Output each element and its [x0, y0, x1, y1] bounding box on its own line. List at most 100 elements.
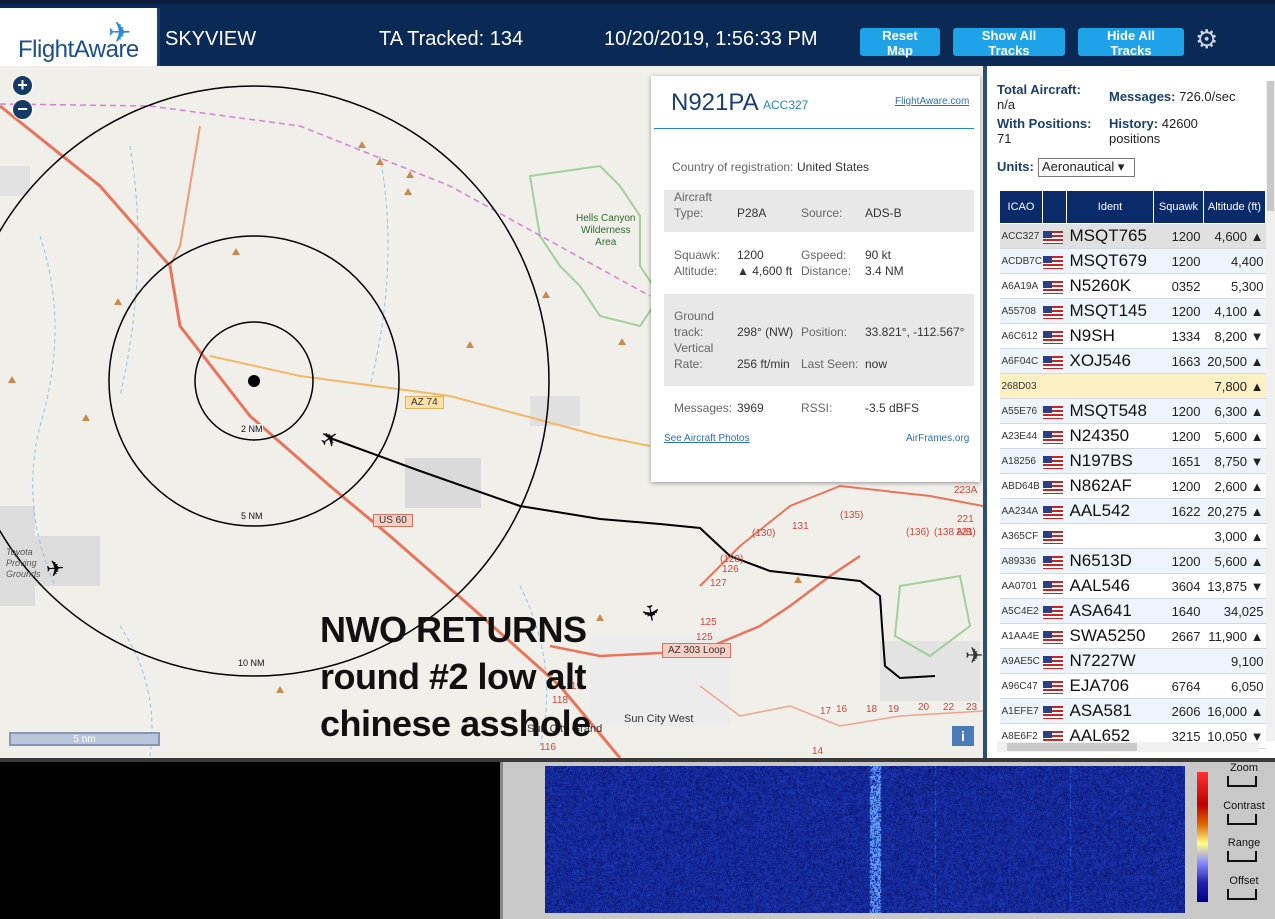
top-bar: ✈ FlightAware SKYVIEW TA Tracked: 134 10…	[0, 0, 1275, 70]
aircraft-photos-link[interactable]: See Aircraft Photos	[664, 433, 750, 444]
with-positions-stat: With Positions: 71	[997, 116, 1092, 146]
aircraft-label: Aircraft	[674, 190, 713, 204]
icao-cell: ABD64B	[999, 473, 1043, 499]
aircraft-type-row: Aircraft Type: P28A Source: ADS-B	[664, 190, 974, 232]
icao-cell: A365CF	[999, 523, 1043, 549]
table-row[interactable]: A9AE5C N7227W 9,100	[999, 648, 1266, 674]
col-ident[interactable]: Ident	[1066, 190, 1154, 224]
reset-map-button[interactable]: Reset Map	[860, 28, 940, 58]
boundary-line	[0, 103, 651, 297]
ident-cell: EJA706	[1066, 673, 1154, 699]
col-flag[interactable]	[1042, 190, 1067, 224]
table-row[interactable]: ABD64B N862AF 1200 2,600 ▲	[999, 473, 1266, 499]
flag-cell	[1042, 498, 1067, 524]
country-value: United States	[797, 160, 870, 174]
table-row[interactable]: A365CF 3,000 ▲	[999, 523, 1266, 549]
zoom-control[interactable]	[1227, 776, 1257, 787]
icao-cell: 268D03	[999, 373, 1043, 399]
ident-cell: N197BS	[1066, 448, 1154, 474]
units-select[interactable]: Aeronautical ▾	[1038, 158, 1135, 177]
svg-text:125: 125	[700, 617, 717, 628]
airframes-link[interactable]: AirFrames.org	[906, 433, 969, 444]
table-row[interactable]: A96C47 EJA706 6764 6,050	[999, 673, 1266, 699]
us-flag-icon	[1042, 355, 1063, 369]
svg-text:16: 16	[836, 704, 848, 715]
tracked-count: TA Tracked: 134	[379, 28, 524, 50]
table-row[interactable]: A23E44 N24350 1200 5,600 ▲	[999, 423, 1266, 449]
table-row[interactable]: A6A19A N5260K 0352 5,300	[999, 273, 1266, 299]
aircraft-icon: ✈	[45, 555, 66, 582]
svg-text:221: 221	[957, 514, 974, 525]
flightaware-logo[interactable]: ✈ FlightAware	[0, 8, 160, 70]
squawk-cell	[1153, 523, 1204, 549]
altitude-cell: 6,050	[1203, 673, 1266, 699]
svg-text:23: 23	[966, 702, 978, 713]
table-row[interactable]: 268D03 7,800 ▲	[999, 373, 1266, 399]
vertical-scrollbar[interactable]	[1266, 81, 1275, 741]
table-row[interactable]: A55708 MSQT145 1200 4,100 ▲	[999, 298, 1266, 324]
hide-all-tracks-button[interactable]: Hide All Tracks	[1078, 28, 1184, 58]
table-row[interactable]: A55E76 MSQT548 1200 6,300 ▲	[999, 398, 1266, 424]
ident-cell: XOJ546	[1066, 348, 1154, 374]
settings-gear-icon[interactable]: ⚙	[1195, 24, 1218, 55]
col-icao[interactable]: ICAO	[999, 190, 1043, 224]
table-row[interactable]: ACDB7C MSQT679 1200 4,400	[999, 248, 1266, 274]
total-aircraft-stat: Total Aircraft: n/a	[997, 82, 1081, 112]
type-label: Type:	[674, 206, 704, 220]
messages-value: 726.0/sec	[1179, 89, 1236, 104]
spectrum-area: Zoom Contrast Range Offset	[0, 758, 1275, 919]
zoom-out-button[interactable]: −	[12, 99, 33, 120]
ident-cell: ASA581	[1066, 698, 1154, 724]
horizontal-scrollbar[interactable]	[997, 742, 1259, 752]
ident-cell: SWA5250	[1066, 623, 1154, 649]
label-line: Proving	[6, 558, 37, 568]
table-row[interactable]: AA0701 AAL546 3604 13,875 ▼	[999, 573, 1266, 599]
altitude-label: Altitude:	[674, 264, 718, 278]
us-flag-icon	[1042, 630, 1063, 644]
table-row[interactable]: A89336 N6513D 1200 5,600 ▲	[999, 548, 1266, 574]
zoom-in-button[interactable]: +	[12, 75, 33, 96]
squawk-cell: 1651	[1153, 448, 1204, 474]
table-row[interactable]: A6C612 N9SH 1334 8,200 ▼	[999, 323, 1266, 349]
contrast-control[interactable]	[1227, 814, 1257, 825]
table-row[interactable]: A18256 N197BS 1651 8,750 ▼	[999, 448, 1266, 474]
us-flag-icon	[1042, 455, 1063, 469]
table-row[interactable]: ACC327 MSQT765 1200 4,600 ▲	[999, 223, 1266, 249]
flag-cell	[1042, 398, 1067, 424]
us-flag-icon	[1042, 680, 1063, 694]
flightaware-link[interactable]: FlightAware.com	[895, 96, 969, 107]
messages-stat: Messages: 726.0/sec	[1109, 89, 1235, 104]
ident-cell: N5260K	[1066, 273, 1154, 299]
logo-text: FlightAware	[18, 36, 139, 63]
flag-cell	[1042, 648, 1067, 674]
show-all-tracks-button[interactable]: Show All Tracks	[953, 28, 1065, 58]
col-squawk[interactable]: Squawk	[1153, 190, 1204, 224]
col-altitude[interactable]: Altitude (ft)	[1203, 190, 1266, 224]
us-flag-icon	[1042, 430, 1063, 444]
table-row[interactable]: A1AA4E SWA5250 2667 11,900 ▲	[999, 623, 1266, 649]
info-button[interactable]: i	[952, 726, 974, 746]
squawk-cell: 1200	[1153, 223, 1204, 249]
table-row[interactable]: A1EFE7 ASA581 2606 16,000 ▲	[999, 698, 1266, 724]
table-row[interactable]: A5C4E2 ASA641 1640 34,025	[999, 598, 1266, 624]
svg-text:125: 125	[696, 632, 713, 643]
table-row[interactable]: AA234A AAL542 1622 20,275 ▲	[999, 498, 1266, 524]
rate-label: Rate:	[674, 357, 703, 371]
track-row: Ground track: 298° (NW) Position: 33.821…	[664, 294, 974, 386]
offset-control[interactable]	[1227, 889, 1257, 900]
icao-cell: A6C612	[999, 323, 1043, 349]
map-view[interactable]: ✈ ✈ ✈ ✈ 131 (135) (130) (128) 126 127 125 12…	[0, 66, 983, 758]
squawk-cell: 2667	[1153, 623, 1204, 649]
gspeed-value: 90 kt	[865, 248, 892, 262]
flag-cell	[1042, 248, 1067, 274]
table-row[interactable]: A6F04C XOJ546 1663 20,500 ▲	[999, 348, 1266, 374]
range-control[interactable]	[1227, 851, 1257, 862]
rssi-label: RSSI:	[801, 401, 833, 415]
squawk-cell	[1153, 648, 1204, 674]
scroll-thumb[interactable]	[1267, 81, 1274, 211]
us-flag-icon	[1042, 480, 1063, 494]
ring-label-2nm: 2 NM	[241, 424, 263, 434]
svg-text:22: 22	[943, 702, 955, 713]
svg-text:(138 A/B): (138 A/B)	[934, 527, 976, 538]
scroll-thumb[interactable]	[1007, 743, 1137, 751]
